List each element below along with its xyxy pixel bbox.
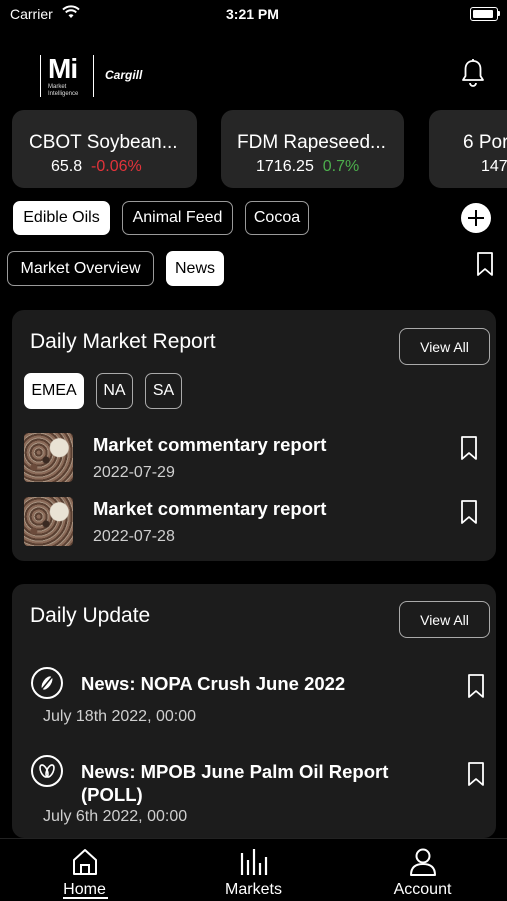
bar-chart-icon xyxy=(240,849,268,875)
clock: 3:21 PM xyxy=(226,6,279,22)
view-all-button[interactable]: View All xyxy=(399,601,490,638)
report-date: 2022-07-28 xyxy=(93,528,175,545)
tab-bar: Home Markets Account xyxy=(0,838,507,901)
region-chip-emea[interactable]: EMEA xyxy=(24,373,84,409)
active-tab-indicator xyxy=(63,897,108,899)
ticker-price: 147 xyxy=(481,158,507,175)
news-title[interactable]: News: MPOB June Palm Oil Report (POLL) xyxy=(81,760,421,806)
report-thumbnail xyxy=(24,433,73,482)
logo-subtitle-line1: Market xyxy=(48,84,67,90)
tab-account[interactable]: Account xyxy=(338,839,507,901)
logo-mark: Mi xyxy=(48,53,78,84)
logo-subtitle-line2: Intelligence xyxy=(48,91,79,97)
bookmark-icon[interactable] xyxy=(459,435,479,461)
ticker-name: FDM Rapeseed... xyxy=(237,132,386,153)
report-title[interactable]: Market commentary report xyxy=(93,498,326,520)
report-thumbnail xyxy=(24,497,73,546)
news-title[interactable]: News: NOPA Crush June 2022 xyxy=(81,672,421,695)
tab-label: Account xyxy=(393,881,452,898)
bell-icon[interactable] xyxy=(460,58,486,88)
category-chip-cocoa[interactable]: Cocoa xyxy=(245,201,309,235)
panel-title: Daily Market Report xyxy=(30,330,216,353)
category-chip-edible-oils[interactable]: Edible Oils xyxy=(13,201,110,235)
ticker-change: 0.7% xyxy=(322,158,360,175)
partner-logo: Cargill xyxy=(105,68,143,82)
person-icon xyxy=(410,848,436,876)
carrier-label: Carrier xyxy=(10,6,53,22)
view-all-button[interactable]: View All xyxy=(399,328,490,365)
ticker-carousel[interactable]: CBOT Soybean... 65.8 -0.06% FDM Rapeseed… xyxy=(0,110,507,188)
battery-icon xyxy=(470,7,498,21)
region-chip-na[interactable]: NA xyxy=(96,373,133,409)
ticker-card[interactable]: FDM Rapeseed... 1716.25 0.7% xyxy=(221,110,404,188)
ticker-card[interactable]: 6 Por 147 xyxy=(429,110,507,188)
ticker-card[interactable]: CBOT Soybean... 65.8 -0.06% xyxy=(12,110,197,188)
daily-market-report-panel: Daily Market Report View All EMEA NA SA … xyxy=(12,310,496,561)
daily-update-panel: Daily Update View All News: NOPA Crush J… xyxy=(12,584,496,838)
bookmark-icon[interactable] xyxy=(466,673,486,699)
ticker-price: 65.8 xyxy=(51,158,83,175)
ticker-name: 6 Por xyxy=(463,132,507,153)
tab-market-overview[interactable]: Market Overview xyxy=(7,251,154,286)
soybean-icon xyxy=(31,667,63,699)
ticker-price: 1716.25 xyxy=(256,158,314,175)
bookmark-icon[interactable] xyxy=(466,761,486,787)
region-chip-sa[interactable]: SA xyxy=(145,373,182,409)
logo-subtitle: Market Intelligence xyxy=(48,84,78,98)
add-category-button[interactable] xyxy=(461,203,491,233)
report-date: 2022-07-29 xyxy=(93,464,175,481)
news-date: July 18th 2022, 00:00 xyxy=(43,708,197,725)
tab-markets[interactable]: Markets xyxy=(169,839,338,901)
status-bar: Carrier 3:21 PM xyxy=(0,0,507,30)
palm-fruit-icon xyxy=(31,755,63,787)
battery-nub xyxy=(498,11,500,16)
category-chip-animal-feed[interactable]: Animal Feed xyxy=(122,201,233,235)
tab-news[interactable]: News xyxy=(166,251,224,286)
wifi-icon xyxy=(62,5,80,18)
news-date: July 6th 2022, 00:00 xyxy=(43,808,188,825)
panel-title: Daily Update xyxy=(30,604,151,627)
tab-label: Markets xyxy=(225,881,282,898)
ticker-name: CBOT Soybean... xyxy=(29,132,178,153)
tab-home[interactable]: Home xyxy=(0,839,169,901)
home-icon xyxy=(73,849,97,875)
ticker-change: -0.06% xyxy=(91,158,142,175)
bookmark-icon[interactable] xyxy=(475,251,495,277)
report-title[interactable]: Market commentary report xyxy=(93,434,326,456)
bookmark-icon[interactable] xyxy=(459,499,479,525)
